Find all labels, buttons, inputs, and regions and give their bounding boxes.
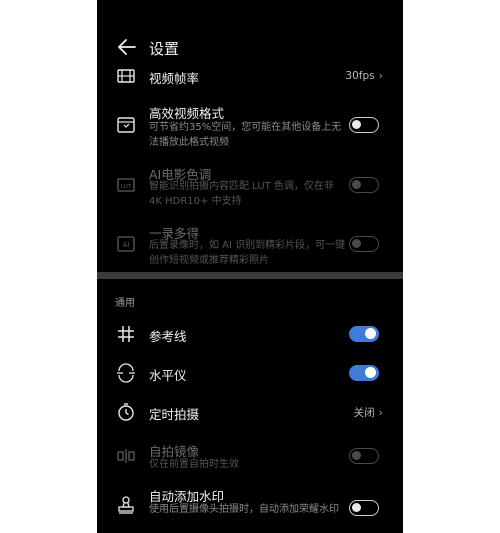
mirror-toggle xyxy=(349,448,379,464)
chevron-right-icon: › xyxy=(378,69,383,82)
efficient-format-toggle[interactable] xyxy=(349,117,379,133)
back-arrow-icon[interactable] xyxy=(117,37,137,57)
setting-watermark[interactable]: 自动添加水印 使用后置摄像头拍摄时，自动添加荣耀水印 xyxy=(97,484,403,533)
setting-video-frame-rate[interactable]: 视频帧率 30fps › xyxy=(97,64,403,88)
section-label-general: 通用 xyxy=(115,298,135,309)
setting-timer[interactable]: 定时拍摄 关闭 › xyxy=(97,400,403,424)
lut-icon: LUT xyxy=(117,178,135,192)
page-title: 设置 xyxy=(149,40,180,58)
setting-title: 水平仪 xyxy=(149,368,187,383)
level-icon xyxy=(117,363,135,383)
chevron-right-icon: › xyxy=(378,406,383,419)
watermark-toggle[interactable] xyxy=(349,500,379,516)
grid-icon xyxy=(118,326,134,342)
svg-text:Ai: Ai xyxy=(123,241,130,249)
setting-grid[interactable]: 参考线 xyxy=(97,322,403,346)
one-take-toggle xyxy=(349,236,379,252)
ai-color-toggle xyxy=(349,177,379,193)
ai-icon: Ai xyxy=(117,236,135,252)
setting-title: 参考线 xyxy=(149,329,187,344)
settings-panel: 设置 视频帧率 30fps › 高效视频格式 可节省约35%空间，您可能在其他设备… xyxy=(97,0,403,533)
grid-toggle[interactable] xyxy=(349,326,379,342)
setting-description: 使用后置摄像头拍摄时，自动添加荣耀水印 xyxy=(149,504,339,515)
section-divider xyxy=(97,272,403,279)
setting-level[interactable]: 水平仪 xyxy=(97,361,403,385)
timer-icon xyxy=(118,403,134,421)
setting-title: 视频帧率 xyxy=(149,71,200,86)
level-toggle[interactable] xyxy=(349,365,379,381)
setting-description: 后置录像时，如 AI 识别到精彩片段，可一键创作短视频或推荐精彩照片 xyxy=(149,240,346,266)
setting-title: 定时拍摄 xyxy=(149,407,200,422)
mirror-icon xyxy=(117,449,135,463)
setting-ai-color: LUT AI电影色调 智能识别拍摄内容匹配 LUT 色调，仅在非 4K HDR1… xyxy=(97,162,403,212)
setting-one-take: Ai 一录多得 后置录像时，如 AI 识别到精彩片段，可一键创作短视频或推荐精彩… xyxy=(97,221,403,271)
frame-rate-value[interactable]: 30fps › xyxy=(345,69,383,82)
timer-value[interactable]: 关闭 › xyxy=(354,405,383,420)
hevc-icon xyxy=(117,117,135,133)
setting-description: 智能识别拍摄内容匹配 LUT 色调，仅在非 4K HDR10+ 中支持 xyxy=(149,181,334,207)
setting-mirror: 自拍镜像 仅在前置自拍时生效 xyxy=(97,440,403,476)
svg-text:LUT: LUT xyxy=(121,184,132,190)
film-icon xyxy=(117,69,135,83)
setting-efficient-format[interactable]: 高效视频格式 可节省约35%空间，您可能在其他设备上无法播放此格式视频 xyxy=(97,100,403,156)
stamp-icon xyxy=(118,496,134,514)
setting-description: 可节省约35%空间，您可能在其他设备上无法播放此格式视频 xyxy=(149,122,342,148)
setting-description: 仅在前置自拍时生效 xyxy=(149,459,239,470)
